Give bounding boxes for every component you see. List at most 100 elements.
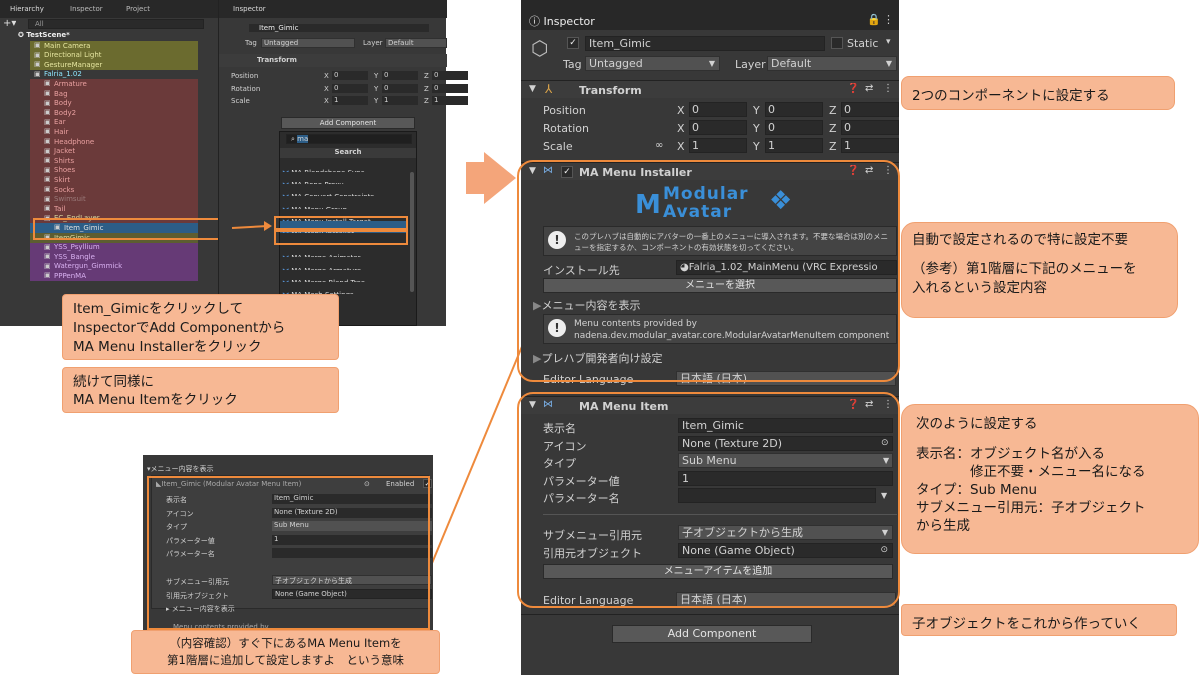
component-result-item[interactable]: ⋈ MA Merge Armature	[280, 258, 408, 270]
hierarchy-row[interactable]: ▣ Body2	[30, 108, 198, 118]
transform-value-field[interactable]: 1	[841, 138, 899, 153]
transform-value-field[interactable]: 0	[382, 71, 418, 80]
hierarchy-row[interactable]: ▣ Socks	[30, 185, 198, 195]
hierarchy-row[interactable]: ▣ Watergun_Gimmick	[30, 261, 198, 272]
component-result-item[interactable]: ⋈ MA Convert Constraints	[280, 184, 408, 196]
transform-value-field[interactable]: 1	[432, 96, 468, 105]
results-scrollbar[interactable]	[410, 172, 414, 292]
callout-step1-line2: InspectorでAdd Componentから	[73, 320, 286, 336]
transform-value-field[interactable]: 0	[432, 71, 468, 80]
axis-label: Z	[424, 72, 429, 80]
bottom-divider	[521, 614, 899, 615]
hierarchy-row[interactable]: ▣ YSS_Bangle	[30, 252, 198, 262]
hierarchy-row[interactable]: ▣ Shirts	[30, 156, 198, 166]
transform-value-field[interactable]: 0	[765, 102, 823, 117]
hierarchy-item-label: Armature	[54, 79, 87, 88]
transform-header[interactable]: ▼ ⅄ Transform ❓ ⇄ ⋮	[521, 80, 899, 98]
tab-inspector-label[interactable]: Inspector	[233, 5, 266, 13]
hierarchy-search[interactable]: All	[28, 19, 204, 29]
tab-project[interactable]: Project	[126, 5, 150, 13]
transform-value-field[interactable]: 1	[382, 96, 418, 105]
transform-value-field[interactable]: 0	[689, 102, 747, 117]
transform-value-field[interactable]: 0	[332, 84, 368, 93]
hierarchy-row[interactable]: ▣ Armature	[30, 79, 198, 89]
static-dropdown-icon[interactable]: ▾	[886, 37, 891, 47]
component-result-item[interactable]: ⋈ MA Menu Group	[280, 197, 408, 209]
tab-inspector-small[interactable]: Inspector	[70, 5, 103, 13]
transform-value-field[interactable]: 1	[332, 96, 368, 105]
inspector-tab[interactable]: ⓘ Inspector	[529, 13, 595, 29]
hierarchy-row[interactable]: ▣ Body	[30, 98, 198, 109]
callout-installer-line2	[912, 250, 1167, 260]
preview-header[interactable]: ▾メニュー内容を表示	[147, 464, 214, 474]
transform-value-field[interactable]: 0	[689, 120, 747, 135]
add-component-button[interactable]: Add Component	[612, 625, 812, 643]
hierarchy-row[interactable]: ▣ YSS_Psyllium	[30, 242, 198, 253]
layer-dropdown[interactable]: Default ▼	[767, 56, 897, 71]
component-result-item[interactable]: ⋈ MA Merge Animator	[280, 245, 408, 257]
hierarchy-row[interactable]: ▣ Headphone	[30, 137, 198, 147]
transform-value-field[interactable]: 0	[765, 120, 823, 135]
axis-label: Y	[374, 72, 379, 80]
transform-fold-icon: ▼	[529, 84, 536, 94]
component-result-item[interactable]: ⋈ MA Merge Blend Tree	[280, 270, 408, 282]
hierarchy-row[interactable]: ▣ Bag	[30, 89, 198, 99]
axis-label: Y	[753, 140, 760, 153]
transform-value-field[interactable]: 1	[689, 138, 747, 153]
small-object-name[interactable]: Item_Gimic	[249, 24, 429, 32]
scale-link-icon[interactable]: ∞	[655, 140, 663, 151]
hierarchy-row[interactable]: ▣ GestureManager	[30, 60, 198, 70]
object-name-field[interactable]: Item_Gimic	[585, 36, 825, 51]
hierarchy-row[interactable]: ▣ Tail	[30, 204, 198, 214]
hierarchy-row[interactable]: ▣ Falria_1.02	[30, 70, 198, 80]
cube-icon: ▣	[44, 252, 51, 261]
cube-icon: ▣	[44, 137, 51, 145]
tag-dropdown[interactable]: Untagged ▼	[585, 56, 720, 71]
help-icon[interactable]: ❓	[847, 83, 859, 94]
callout-installer-line3: （参考）第1階層に下記のメニューを	[912, 261, 1137, 277]
hierarchy-row[interactable]: ▣ Skirt	[30, 175, 198, 185]
kebab-menu-icon[interactable]: ⋮	[883, 13, 894, 26]
hierarchy-row[interactable]: ▣ Directional Light	[30, 50, 198, 61]
transform-value-field[interactable]: 0	[841, 102, 899, 117]
scene-row[interactable]: ✪ TestScene*	[18, 31, 70, 39]
scale-label: Scale	[543, 140, 573, 153]
component-result-item[interactable]: ⋈ MA Mesh Settings	[280, 282, 408, 294]
transform-value-field[interactable]: 1	[765, 138, 823, 153]
component-result-item[interactable]: ⋈ MA Bone Proxy	[280, 172, 408, 184]
axis-label: Y	[374, 85, 379, 93]
component-menu-icon[interactable]: ⋮	[883, 83, 893, 94]
active-checkbox[interactable]: ✓	[567, 37, 579, 49]
tab-hierarchy[interactable]: Hierarchy	[10, 5, 44, 13]
hierarchy-row[interactable]: ▣ Jacket	[30, 146, 198, 157]
transform-value-field[interactable]: 0	[841, 120, 899, 135]
hierarchy-row[interactable]: ▣ Swimsuit	[30, 194, 198, 205]
static-checkbox[interactable]	[831, 37, 843, 49]
preset-icon[interactable]: ⇄	[865, 83, 873, 94]
hierarchy-row[interactable]: ▣ PPPenMA	[30, 271, 198, 281]
transform-value-field[interactable]: 0	[332, 71, 368, 80]
hierarchy-row[interactable]: ▣ Hair	[30, 127, 198, 137]
lock-icon[interactable]: 🔒	[867, 13, 881, 26]
hierarchy-row[interactable]: ▣ Main Camera	[30, 41, 198, 51]
transform-value-field[interactable]: 0	[382, 84, 418, 93]
hierarchy-row[interactable]: ▣ Shoes	[30, 165, 198, 176]
hierarchy-row[interactable]: ▣ Ear	[30, 117, 198, 128]
small-tag-dropdown[interactable]: Untagged	[261, 38, 355, 48]
preview-highlight-rect	[147, 476, 430, 630]
small-layer-dropdown[interactable]: Default	[385, 38, 447, 48]
axis-label: Z	[829, 140, 837, 153]
axis-label: X	[324, 72, 329, 80]
inspector-topstrip	[521, 0, 899, 10]
small-add-component-button[interactable]: Add Component	[281, 117, 415, 129]
component-result-item[interactable]: ⋈ MA Blendshape Sync	[280, 160, 408, 172]
small-transform-header[interactable]: Transform	[219, 54, 447, 67]
hierarchy-item-label: Tail	[54, 204, 66, 213]
callout-child-objects: 子オブジェクトをこれから作っていく	[901, 604, 1177, 636]
transform-value-field[interactable]: 0	[432, 84, 468, 93]
layer-label: Layer	[735, 58, 766, 71]
tag-label: Tag	[563, 58, 582, 71]
component-search-input[interactable]: ⌕ ma	[286, 134, 412, 144]
add-icon[interactable]: +▾	[3, 18, 16, 29]
cube-icon: ▣	[44, 98, 51, 107]
